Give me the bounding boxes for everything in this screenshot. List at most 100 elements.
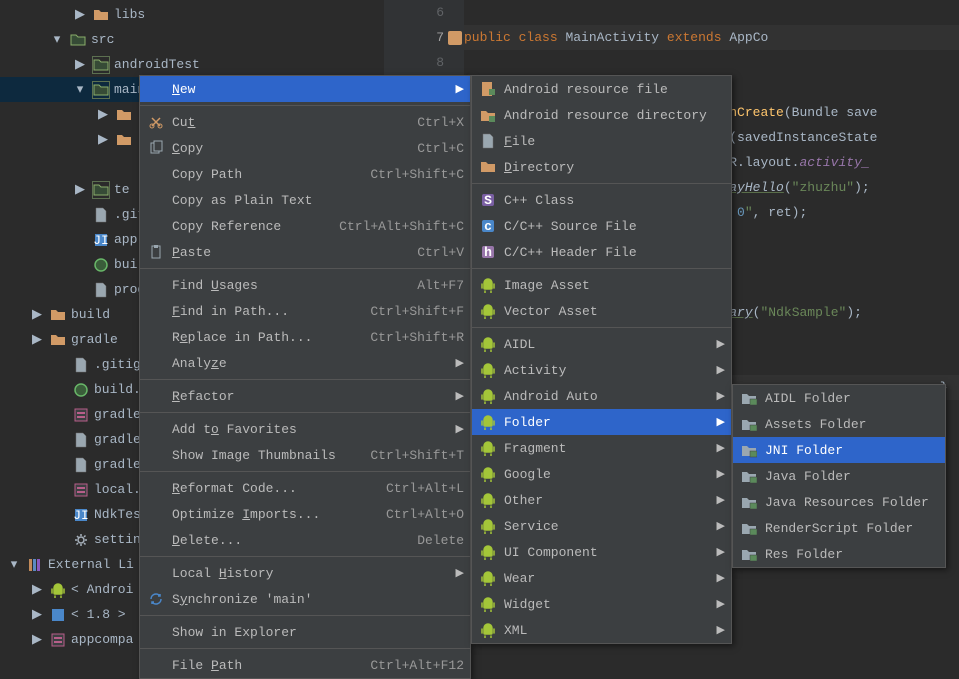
menu-item-android-resource-directory[interactable]: Android resource directory [472, 102, 731, 128]
expand-chevron-icon[interactable]: ▶ [95, 107, 111, 122]
menu-item-optimize-imports[interactable]: Optimize Imports...Ctrl+Alt+O [140, 501, 470, 527]
menu-item-label: Delete... [172, 533, 397, 548]
menu-item-new[interactable]: New ▶ [140, 76, 470, 102]
menu-item-find-in-path[interactable]: Find in Path...Ctrl+Shift+F [140, 298, 470, 324]
tree-item[interactable]: ▾src [0, 27, 380, 52]
code-string: "zhuzhu" [792, 180, 854, 195]
expand-chevron-icon[interactable]: ▶ [29, 332, 45, 347]
menu-item-show-in-explorer[interactable]: Show in Explorer [140, 619, 470, 645]
menu-item-c-c-header-file[interactable]: hC/C++ Header File [472, 239, 731, 265]
menu-item-label: Google [504, 467, 705, 482]
res-file-icon [478, 80, 498, 98]
menu-item-local-history[interactable]: Local History▶ [140, 560, 470, 586]
menu-item-image-asset[interactable]: Image Asset [472, 272, 731, 298]
menu-item-label: Synchronize 'main' [172, 592, 464, 607]
expand-chevron-icon[interactable]: ▶ [29, 307, 45, 322]
file-pink-icon [72, 481, 90, 499]
menu-item-find-usages[interactable]: Find UsagesAlt+F7 [140, 272, 470, 298]
menu-item-copy-as-plain-text[interactable]: Copy as Plain Text [140, 187, 470, 213]
menu-item-java-folder[interactable]: Java Folder [733, 463, 945, 489]
expand-chevron-icon[interactable]: ▾ [49, 32, 65, 47]
menu-item-aidl[interactable]: AIDL▶ [472, 331, 731, 357]
menu-item-file-path[interactable]: File PathCtrl+Alt+F12 [140, 652, 470, 678]
menu-item-assets-folder[interactable]: Assets Folder [733, 411, 945, 437]
menu-item-vector-asset[interactable]: Vector Asset [472, 298, 731, 324]
menu-item-refactor[interactable]: Refactor▶ [140, 383, 470, 409]
context-menu[interactable]: New ▶ CutCtrl+XCopyCtrl+CCopy PathCtrl+Shi… [139, 75, 471, 679]
file-icon [72, 456, 90, 474]
menu-item-copy-path[interactable]: Copy PathCtrl+Shift+C [140, 161, 470, 187]
menu-item-service[interactable]: Service▶ [472, 513, 731, 539]
folder-icon [49, 306, 67, 324]
menu-item-label: UI Component [504, 545, 705, 560]
menu-item-c-c-source-file[interactable]: cC/C++ Source File [472, 213, 731, 239]
folder-tpl-icon [739, 467, 759, 485]
menu-item-label: New [172, 82, 444, 97]
menu-item-cut[interactable]: CutCtrl+X [140, 109, 470, 135]
expand-chevron-icon[interactable]: ▾ [6, 557, 22, 572]
menu-shortcut: Ctrl+Shift+F [370, 304, 464, 319]
menu-item-reformat-code[interactable]: Reformat Code...Ctrl+Alt+L [140, 475, 470, 501]
menu-item-fragment[interactable]: Fragment▶ [472, 435, 731, 461]
menu-item-paste[interactable]: PasteCtrl+V [140, 239, 470, 265]
menu-item-replace-in-path[interactable]: Replace in Path...Ctrl+Shift+R [140, 324, 470, 350]
menu-item-xml[interactable]: XML▶ [472, 617, 731, 643]
menu-item-analyze[interactable]: Analyze▶ [140, 350, 470, 376]
menu-item-file[interactable]: File [472, 128, 731, 154]
menu-item-label: Show Image Thumbnails [172, 448, 350, 463]
menu-item-wear[interactable]: Wear▶ [472, 565, 731, 591]
menu-item-directory[interactable]: Directory [472, 154, 731, 180]
menu-item-delete[interactable]: Delete... Delete [140, 527, 470, 553]
code-text: (R.layout. [721, 155, 799, 170]
tree-item[interactable]: ▶libs [0, 2, 380, 27]
submenu-arrow-icon: ▶ [456, 82, 464, 96]
expand-chevron-icon[interactable]: ▶ [72, 182, 88, 197]
code-number: 0 [737, 205, 745, 220]
expand-chevron-icon[interactable]: ▶ [72, 7, 88, 22]
menu-item-copy[interactable]: CopyCtrl+C [140, 135, 470, 161]
menu-item-ui-component[interactable]: UI Component▶ [472, 539, 731, 565]
menu-item-label: Replace in Path... [172, 330, 350, 345]
menu-item-label: Add to Favorites [172, 422, 444, 437]
java-icon [49, 606, 67, 624]
menu-shortcut: Ctrl+Alt+F12 [370, 658, 464, 673]
menu-item-add-to-favorites[interactable]: Add to Favorites▶ [140, 416, 470, 442]
menu-item-aidl-folder[interactable]: AIDL Folder [733, 385, 945, 411]
expand-chevron-icon[interactable]: ▶ [72, 57, 88, 72]
folder-icon [478, 158, 498, 176]
expand-chevron-icon[interactable]: ▶ [29, 582, 45, 597]
android-icon [478, 517, 498, 535]
gear-icon [72, 531, 90, 549]
svg-text:JI: JI [93, 233, 109, 248]
menu-item-jni-folder[interactable]: JNI Folder [733, 437, 945, 463]
tree-item[interactable]: ▶androidTest [0, 52, 380, 77]
menu-item-android-auto[interactable]: Android Auto▶ [472, 383, 731, 409]
android-icon [478, 276, 498, 294]
menu-item-java-resources-folder[interactable]: Java Resources Folder [733, 489, 945, 515]
menu-item-c-class[interactable]: SC++ Class [472, 187, 731, 213]
menu-item-other[interactable]: Other▶ [472, 487, 731, 513]
menu-item-activity[interactable]: Activity▶ [472, 357, 731, 383]
menu-item-renderscript-folder[interactable]: RenderScript Folder [733, 515, 945, 541]
menu-item-folder[interactable]: Folder▶ [472, 409, 731, 435]
expand-chevron-icon[interactable]: ▶ [29, 607, 45, 622]
sync-icon [146, 590, 166, 608]
menu-item-show-image-thumbnails[interactable]: Show Image ThumbnailsCtrl+Shift+T [140, 442, 470, 468]
expand-chevron-icon[interactable]: ▾ [72, 82, 88, 97]
cpp-c-icon: c [478, 217, 498, 235]
menu-item-google[interactable]: Google▶ [472, 461, 731, 487]
code-text: e(savedInstanceState [721, 130, 877, 145]
expand-chevron-icon[interactable]: ▶ [95, 132, 111, 147]
menu-item-res-folder[interactable]: Res Folder [733, 541, 945, 567]
menu-shortcut: Delete [417, 533, 464, 548]
menu-item-copy-reference[interactable]: Copy ReferenceCtrl+Alt+Shift+C [140, 213, 470, 239]
new-submenu[interactable]: Android resource fileAndroid resource di… [471, 75, 732, 644]
menu-item-widget[interactable]: Widget▶ [472, 591, 731, 617]
android-icon [478, 491, 498, 509]
expand-chevron-icon[interactable]: ▶ [29, 632, 45, 647]
folder-submenu[interactable]: AIDL FolderAssets FolderJNI FolderJava F… [732, 384, 946, 568]
menu-item-synchronize-main[interactable]: Synchronize 'main' [140, 586, 470, 612]
android-icon [478, 439, 498, 457]
menu-item-android-resource-file[interactable]: Android resource file [472, 76, 731, 102]
menu-item-label: Cut [172, 115, 397, 130]
